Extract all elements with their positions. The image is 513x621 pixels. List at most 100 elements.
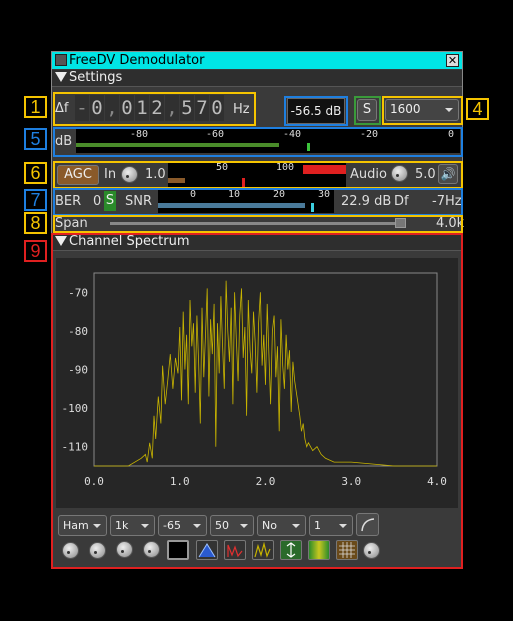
freq-separator: , [165,95,179,121]
freq-digit[interactable]: - [75,95,89,121]
spectrum-display-button[interactable] [196,540,218,560]
chevron-down-icon [141,524,149,528]
decay-divisor-knob[interactable] [89,542,106,559]
level-tick: -40 [283,129,302,140]
audio-level-meter: 50 100 [168,162,346,188]
snr-tick: 20 [273,189,286,200]
grid-button[interactable] [336,540,358,560]
audio-volume-value: 5.0 [415,167,436,182]
spectrum-trace [94,280,437,467]
level-bar-average [76,143,279,147]
freq-digit[interactable]: 0 [90,95,104,121]
waterfall-arrows-icon [286,542,296,558]
freq-digit[interactable]: 1 [135,95,149,121]
current-trace-button[interactable] [252,540,274,560]
frequency-dial[interactable]: - 0 , 0 1 2 , 5 7 0 [75,95,225,121]
title-bar[interactable]: FreeDV Demodulator ✕ [52,52,462,69]
clear-spectrum-button[interactable] [167,540,189,560]
freq-digit[interactable]: 0 [120,95,134,121]
callout-8: 8 [24,212,47,234]
snr-tick: 0 [190,189,197,200]
freedv-demodulator-window: FreeDV Demodulator ✕ Settings Δf - 0 , 0… [51,51,465,569]
reference-level-value: -65 [163,519,181,532]
callout-5: 5 [24,128,47,150]
level-meter: -80 -60 -40 -20 0 [76,129,460,153]
window-function-select[interactable]: Ham [58,515,107,536]
x-tick-label: 1.0 [170,475,190,488]
audio-tick: 50 [216,162,229,173]
snr-value: 22.9 dB [341,194,392,209]
freq-separator: , [105,95,119,121]
averaging-count-select[interactable]: 1 [309,515,353,536]
close-icon[interactable]: ✕ [446,54,459,67]
reference-level-select[interactable]: -65 [158,515,207,536]
df-label: Df [394,194,409,209]
snr-bar [158,203,305,208]
s-button[interactable]: S [357,99,377,121]
squelch-readout: -56.5 dB [287,98,345,124]
waterfall-spectrum-button[interactable] [280,540,302,560]
chevron-down-icon [339,524,347,528]
settings-label: Settings [69,70,123,85]
waterfall-button[interactable] [308,540,330,560]
freq-digit[interactable]: 7 [195,95,209,121]
x-tick-label: 0.0 [84,475,104,488]
span-slider-track[interactable] [110,222,406,225]
linear-scale-button[interactable] [356,513,379,536]
agc-button[interactable]: AGC [57,165,99,185]
window-function-value: Ham [63,519,89,532]
decay-knob[interactable] [62,542,79,559]
collapse-triangle-icon [55,72,67,82]
chevron-down-icon [292,524,300,528]
volume-in-knob[interactable] [121,166,138,183]
spectrum-display[interactable]: -70 -80 -90 -100 -110 0.0 1.0 2.0 3.0 4.0 [56,258,458,508]
channel-spectrum-header[interactable]: Channel Spectrum [52,234,462,251]
x-tick-label: 2.0 [256,475,276,488]
averaging-mode-value: No [262,519,277,532]
bandwidth-select[interactable]: 1600 [385,99,459,121]
callout-9: 9 [24,240,47,262]
trace-intensity-knob[interactable] [143,541,160,558]
level-meter-label: dB [55,134,73,149]
window-menu-icon[interactable] [55,54,67,66]
audio-peak-marker [242,178,245,187]
range-value: 50 [215,519,229,532]
fft-size-select[interactable]: 1k [110,515,155,536]
x-tick-label: 4.0 [427,475,447,488]
spectrum-icon [198,543,216,558]
grid-intensity-knob[interactable] [363,542,380,559]
chevron-down-icon [240,524,248,528]
settings-section-header[interactable]: Settings [52,70,462,87]
y-tick-label: -100 [62,402,89,415]
delta-f-label: Δf [55,101,69,116]
span-slider-handle[interactable] [395,218,406,228]
y-tick-label: -70 [68,286,88,299]
fft-size-value: 1k [115,519,129,532]
audio-volume-knob[interactable] [391,165,408,182]
span-value: 4.0k [436,216,465,231]
y-tick-label: -90 [68,364,88,377]
speaker-icon[interactable]: 🔊 [438,164,458,184]
range-select[interactable]: 50 [210,515,254,536]
averaging-mode-select[interactable]: No [257,515,306,536]
stroke-knob[interactable] [116,541,133,558]
audio-label: Audio [350,167,387,182]
freq-digit[interactable]: 2 [150,95,164,121]
span-label: Span [55,216,88,231]
callout-4: 4 [466,98,489,120]
grid-icon [339,542,355,558]
sync-indicator: S [104,191,116,211]
volume-in-value: 1.0 [145,167,166,182]
level-tick: -20 [360,129,379,140]
frequency-shift-group: Δf - 0 , 0 1 2 , 5 7 0 Hz [54,93,254,123]
y-tick-label: -80 [68,325,88,338]
max-hold-button[interactable] [224,540,246,560]
freq-digit[interactable]: 0 [210,95,224,121]
snr-tick: 10 [228,189,241,200]
chevron-down-icon [93,524,101,528]
snr-meter: 0 10 20 30 [158,189,334,213]
freq-unit-label: Hz [233,102,250,117]
freq-digit[interactable]: 5 [180,95,194,121]
df-value: -7Hz [432,194,462,209]
max-hold-icon [227,544,243,558]
